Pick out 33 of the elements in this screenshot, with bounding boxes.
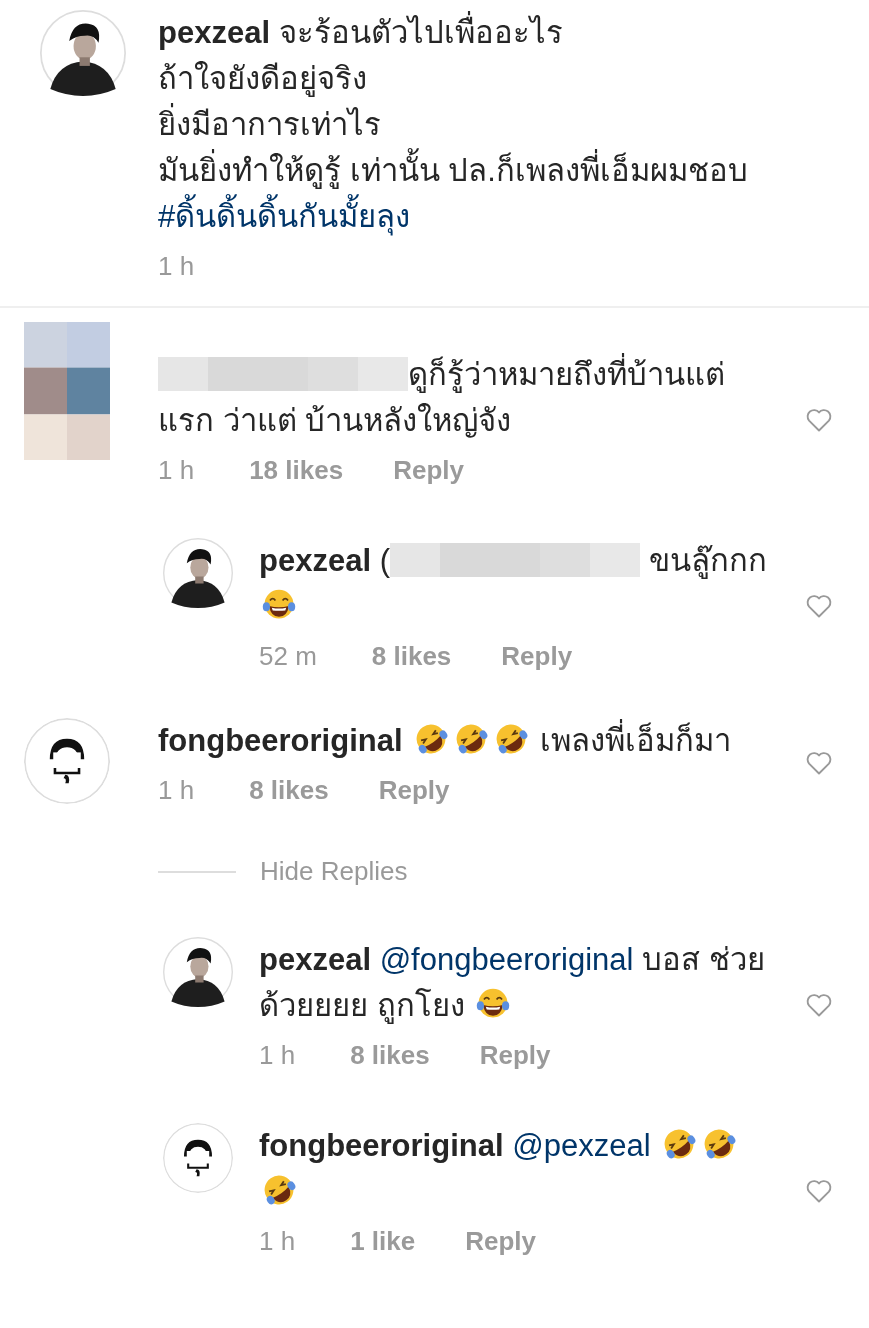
comment-text: pexzeal @fongbeeroriginal บอส ช่วยด้วยยยย ถูกโยง [259,937,769,1029]
likes-count[interactable]: 1 like [350,1223,416,1259]
comment-time: 1 h [158,774,195,807]
reply-button[interactable]: Reply [393,452,464,488]
comment-time: 1 h [259,1225,296,1258]
reply-button[interactable]: Reply [378,772,450,808]
comment-time: 52 m [259,640,317,673]
comment-text: fongbeeroriginal @pexzeal [259,1123,769,1215]
hide-replies-button[interactable]: Hide Replies [260,856,408,887]
hashtag-link[interactable]: #ดิ้นดิ้นดิ้นกันมั้ยลุง [158,194,411,240]
like-heart-icon[interactable] [804,1177,834,1205]
comment-time: 1 h [158,454,195,487]
like-heart-icon[interactable] [804,592,834,620]
like-heart-icon[interactable] [804,991,834,1019]
reply-button[interactable]: Reply [479,1037,551,1073]
comment-text: pexzeal ( ขนลู๊กกก [259,538,769,630]
mention-link[interactable]: @fongbeeroriginal [379,937,634,983]
like-heart-icon[interactable] [804,406,834,434]
like-heart-icon[interactable] [804,749,834,777]
comment-time: 1 h [259,1039,296,1072]
logo-icon [163,1123,233,1193]
comment-text: fongbeeroriginal เพลงพี่เอ็มก็มา [158,718,769,764]
likes-count[interactable]: 8 likes [350,1037,430,1073]
reply-button[interactable]: Reply [465,1223,537,1259]
likes-count[interactable]: 8 likes [371,638,452,674]
likes-count[interactable]: 8 likes [249,772,329,808]
mention-link[interactable]: @pexzeal [512,1123,651,1169]
reply-button[interactable]: Reply [501,638,573,674]
likes-count[interactable]: 18 likes [249,452,344,488]
comment-time: 1 h [158,250,195,283]
logo-icon [24,718,110,804]
comment-text: pexzeal จะร้อนตัวไปเพื่ออะไร ถ้าใจยังดีอยู่จริง ยิ่งมีอาการเท่าไร มันยิ่งทำให้ดูรู้ เท่านั้น ปล.ก็เพลงพี่เอ็มผมชอบ #ดิ้นดิ้นดิ้นกันมั้ยลุง [158,10,849,240]
comment-text: ดูก็รู้ว่าหมายถึงที่บ้านแต่แรก ว่าแต่ บ้านหลังใหญ่จัง [158,352,769,444]
